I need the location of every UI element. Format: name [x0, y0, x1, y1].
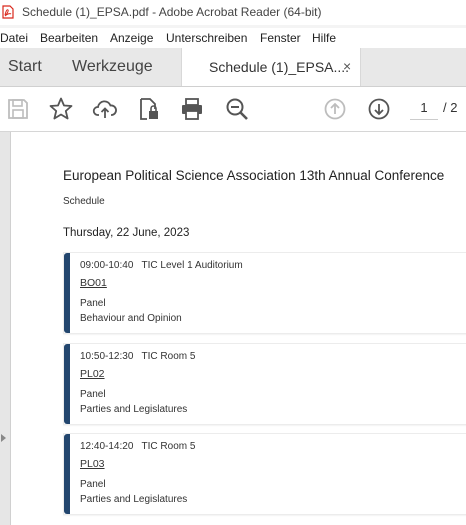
document-title: European Political Science Association 1… [63, 168, 445, 183]
menu-fenster[interactable]: Fenster [260, 31, 301, 45]
tab-document-label: Schedule (1)_EPSA.... [209, 59, 350, 75]
close-icon[interactable]: × [343, 58, 351, 74]
session-card: 12:40-14:20 TIC Room 5 PL03 Panel Partie… [63, 433, 466, 515]
session-time: 09:00-10:40 TIC Level 1 Auditorium [80, 260, 243, 271]
menu-anzeige[interactable]: Anzeige [110, 31, 153, 45]
window-title: Schedule (1)_EPSA.pdf - Adobe Acrobat Re… [22, 5, 322, 19]
session-time: 12:40-14:20 TIC Room 5 [80, 441, 196, 452]
session-type: Panel [80, 389, 106, 400]
tab-start[interactable]: Start [8, 58, 42, 76]
page-number-input[interactable]: 1 [410, 97, 438, 120]
save-icon[interactable] [5, 96, 31, 122]
session-card: 10:50-12:30 TIC Room 5 PL02 Panel Partie… [63, 343, 466, 425]
session-type: Panel [80, 479, 106, 490]
menu-hilfe[interactable]: Hilfe [312, 31, 336, 45]
menu-bar: Datei Bearbeiten Anzeige Unterschreiben … [0, 28, 466, 48]
tab-tools[interactable]: Werkzeuge [72, 58, 153, 76]
page-down-icon[interactable] [366, 96, 392, 122]
session-type: Panel [80, 298, 106, 309]
session-accent-bar [64, 344, 70, 424]
tab-document[interactable]: Schedule (1)_EPSA.... × [181, 48, 361, 86]
collapse-arrow-icon[interactable] [1, 434, 6, 442]
cloud-upload-icon[interactable] [92, 96, 118, 122]
pdf-icon [2, 5, 14, 19]
print-icon[interactable] [179, 96, 205, 122]
title-bar: Schedule (1)_EPSA.pdf - Adobe Acrobat Re… [0, 0, 466, 25]
document-subtitle: Schedule [63, 196, 105, 207]
session-topic: Parties and Legislatures [80, 404, 188, 415]
session-card: 09:00-10:40 TIC Level 1 Auditorium BO01 … [63, 252, 466, 334]
tab-bar: Start Werkzeuge Schedule (1)_EPSA.... × [0, 48, 466, 87]
menu-unterschreiben[interactable]: Unterschreiben [166, 31, 247, 45]
session-time: 10:50-12:30 TIC Room 5 [80, 351, 196, 362]
schedule-date: Thursday, 22 June, 2023 [63, 227, 190, 239]
session-code-link[interactable]: BO01 [80, 277, 107, 289]
session-accent-bar [64, 434, 70, 514]
session-accent-bar [64, 253, 70, 333]
page-total: / 2 [443, 100, 458, 115]
menu-datei[interactable]: Datei [0, 31, 28, 45]
bookmark-star-icon[interactable] [48, 96, 74, 122]
session-topic: Parties and Legislatures [80, 494, 188, 505]
toolbar: 1 / 2 [0, 87, 466, 132]
zoom-out-icon[interactable] [224, 96, 250, 122]
left-panel-strip [0, 132, 11, 525]
session-topic: Behaviour and Opinion [80, 313, 182, 324]
session-code-link[interactable]: PL02 [80, 368, 105, 380]
menu-bearbeiten[interactable]: Bearbeiten [40, 31, 98, 45]
page-up-icon[interactable] [322, 96, 348, 122]
session-code-link[interactable]: PL03 [80, 458, 105, 470]
document-page: European Political Science Association 1… [11, 132, 466, 525]
lock-file-icon[interactable] [136, 96, 162, 122]
